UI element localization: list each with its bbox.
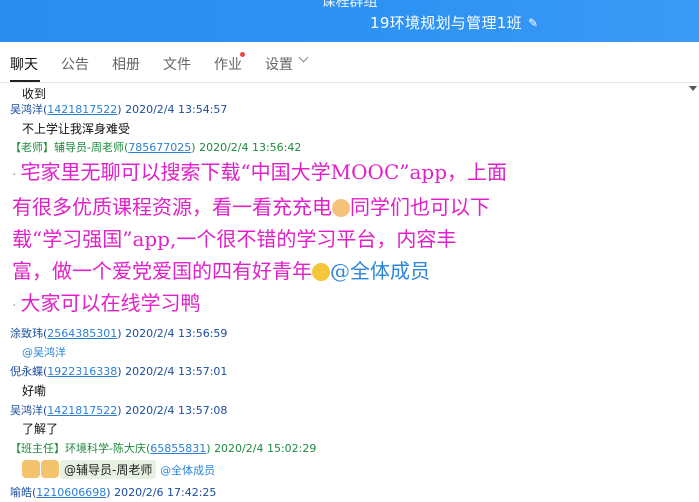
role-tag: 【老师】: [10, 141, 54, 154]
tab-bar: 聊天 公告 相册 文件 作业 设置: [0, 42, 699, 83]
group-title[interactable]: 19环境规划与管理1班 ✎: [370, 12, 538, 33]
sender-id[interactable]: 65855831: [150, 442, 206, 455]
message-meta: 吴鸿洋(1421817522) 2020/2/4 13:54:57: [10, 103, 228, 116]
message-line: 有很多优质课程资源，看一看充充电: [12, 195, 332, 219]
message-meta: 吴鸿洋(1421817522) 2020/2/4 13:57:08: [10, 404, 228, 417]
title-bar: 课程群组 19环境规划与管理1班 ✎: [0, 0, 699, 42]
message-time: 2020/2/4 13:56:42: [199, 141, 302, 154]
thumbs-up-icon: [22, 460, 40, 478]
mention[interactable]: @吴鸿洋: [22, 344, 66, 360]
tab-files[interactable]: 文件: [163, 54, 191, 74]
sender-name[interactable]: 倪永蝶: [10, 365, 43, 378]
role-tag: 【班主任】: [10, 442, 65, 455]
message-time: 2020/2/4 13:57:08: [125, 404, 228, 417]
message-line: 宅家里无聊可以搜索下载“中国大学MOOC”app，上面: [20, 160, 508, 184]
sender-id[interactable]: 1421817522: [47, 103, 117, 116]
mention-all[interactable]: @全体成员: [330, 259, 430, 283]
message-meta: 【班主任】环境科学-陈大庆(65855831) 2020/2/4 15:02:2…: [10, 442, 317, 455]
message-text: 了解了: [22, 422, 59, 436]
edit-icon[interactable]: ✎: [528, 16, 538, 30]
active-tab-indicator: [10, 80, 40, 82]
message-time: 2020/2/4 15:02:29: [214, 442, 317, 455]
sender-name[interactable]: 吴鸿洋: [10, 404, 43, 417]
smile-emoji-icon: [312, 263, 330, 281]
message-meta: 倪永蝶(1922316338) 2020/2/4 13:57:01: [10, 365, 228, 378]
message-meta: 【老师】辅导员-周老师(785677025) 2020/2/4 13:56:42: [10, 141, 302, 154]
message-line: 同学们也可以下: [350, 195, 490, 219]
sender-id[interactable]: 2564385301: [47, 327, 117, 340]
sender-name[interactable]: 辅导员-周老师: [54, 141, 124, 154]
message-time: 2020/2/6 17:42:25: [114, 486, 217, 499]
message-line: 大家可以在线学习鸭: [20, 291, 201, 315]
sender-name[interactable]: 环境科学-陈大庆: [65, 442, 146, 455]
highlighted-message: · 宅家里无聊可以搜索下载“中国大学MOOC”app，上面 有很多优质课程资源，看…: [12, 160, 508, 315]
fist-emoji-icon: [332, 199, 350, 217]
message-text: 收到: [22, 87, 47, 101]
sender-id[interactable]: 1922316338: [47, 365, 117, 378]
message-meta: 喻皓(1210606698) 2020/2/6 17:42:25: [10, 486, 217, 499]
sender-name[interactable]: 吴鸿洋: [10, 103, 43, 116]
window-title: 课程群组: [321, 0, 378, 10]
sender-name[interactable]: 涂致玮: [10, 327, 43, 340]
tab-announcement[interactable]: 公告: [61, 54, 89, 74]
thumbs-up-icon: [41, 460, 59, 478]
message-time: 2020/2/4 13:54:57: [125, 103, 228, 116]
tab-album[interactable]: 相册: [112, 54, 140, 74]
tab-chat[interactable]: 聊天: [10, 54, 38, 74]
message-line: 富，做一个爱党爱国的四有好青年: [12, 259, 312, 283]
message-time: 2020/2/4 13:56:59: [125, 327, 228, 340]
notification-dot: [240, 52, 245, 57]
message-text: 好嘞: [22, 384, 47, 398]
message-time: 2020/2/4 13:57:01: [125, 365, 228, 378]
sender-name[interactable]: 喻皓: [10, 486, 32, 499]
tab-homework[interactable]: 作业: [214, 54, 242, 74]
sender-id[interactable]: 1421817522: [47, 404, 117, 417]
collapse-caret-icon[interactable]: [689, 86, 697, 91]
mention-all[interactable]: @全体成员: [160, 464, 215, 477]
mention[interactable]: @辅导员-周老师: [60, 460, 157, 479]
tab-settings[interactable]: 设置: [265, 54, 293, 74]
message-text: 不上学让我浑身难受: [22, 122, 131, 136]
sender-id[interactable]: 1210606698: [36, 486, 106, 499]
message-content: @辅导员-周老师 @全体成员: [22, 460, 215, 479]
message-meta: 涂致玮(2564385301) 2020/2/4 13:56:59: [10, 327, 228, 340]
group-name: 19环境规划与管理1班: [370, 14, 522, 32]
message-line: 载“学习强国”app,一个很不错的学习平台，内容丰: [12, 227, 457, 251]
sender-id[interactable]: 785677025: [128, 141, 191, 154]
